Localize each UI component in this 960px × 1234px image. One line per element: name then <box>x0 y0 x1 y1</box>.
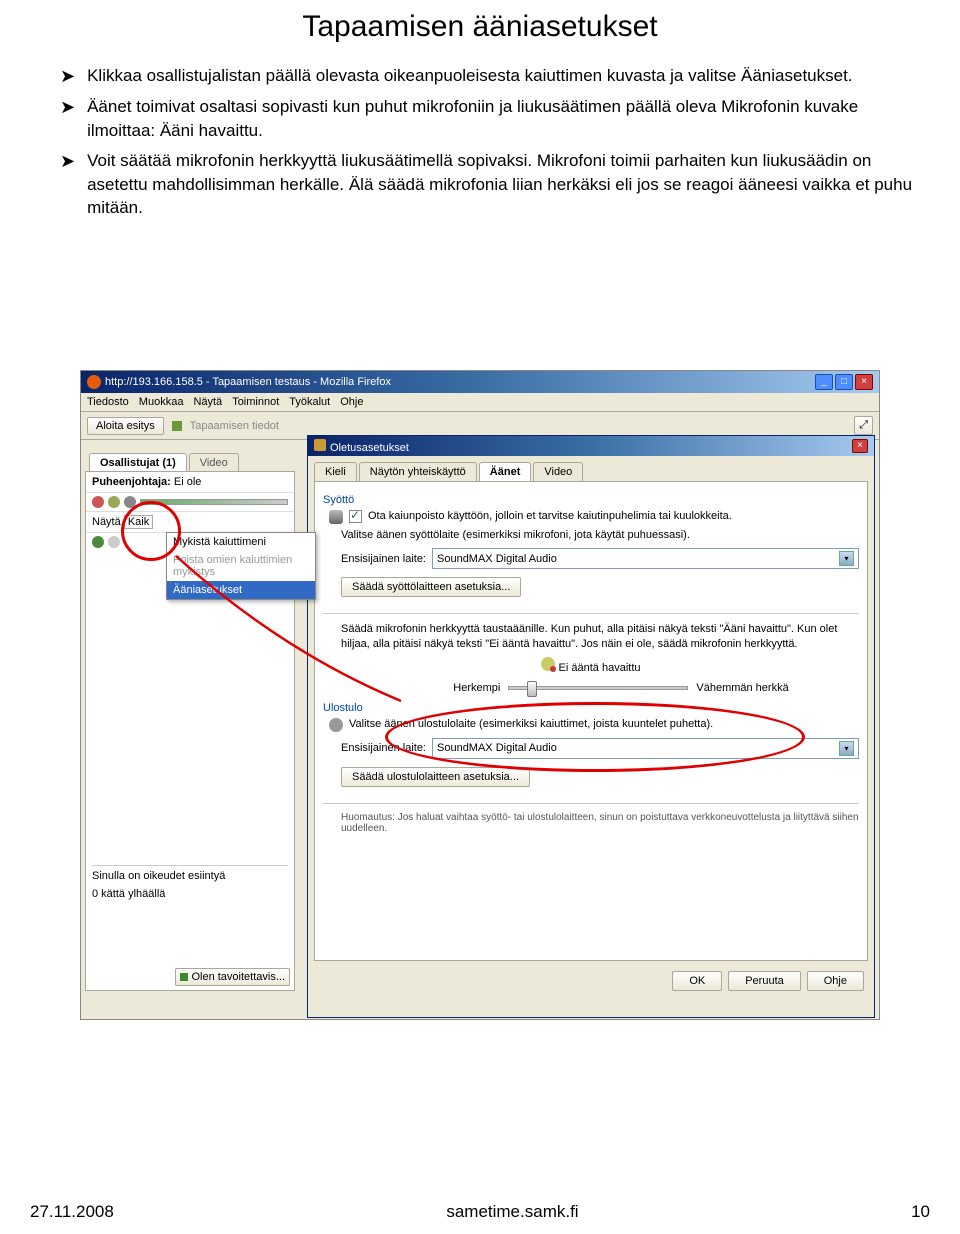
dialog-footer: OK Peruuta Ohje <box>308 967 874 995</box>
chair-value: Ei ole <box>174 476 202 488</box>
speaker-context-menu: Mykistä kaiuttimeni Poista omien kaiutti… <box>166 532 316 600</box>
footer-page: 10 <box>911 1202 930 1222</box>
sensitivity-slider[interactable] <box>508 686 688 690</box>
cancel-button[interactable]: Peruuta <box>728 971 801 991</box>
bullet-arrow-icon: ➤ <box>60 95 75 143</box>
gear-icon <box>314 439 326 451</box>
dialog-tabs: Kieli Näytön yhteiskäyttö Äänet Video <box>308 456 874 481</box>
audio-icon-strip <box>86 493 294 511</box>
maximize-button[interactable]: □ <box>835 374 853 390</box>
dialog-close-button[interactable]: × <box>852 439 868 453</box>
rights-text: Sinulla on oikeudet esiintyä <box>92 870 288 882</box>
primary-input-dropdown[interactable]: SoundMAX Digital Audio ▾ <box>432 548 859 569</box>
chair-label: Puheenjohtaja: <box>92 476 171 488</box>
start-presentation-button[interactable]: Aloita esitys <box>87 417 164 435</box>
bullet-arrow-icon: ➤ <box>60 64 75 89</box>
annotation-red-oval <box>385 702 805 772</box>
help-button[interactable]: Ohje <box>807 971 864 991</box>
bullet-text: Klikkaa osallistujalistan päällä olevast… <box>87 64 852 89</box>
no-sound-text: Ei ääntä havaittu <box>559 662 641 674</box>
dialog-body: Syöttö Ota kaiunpoisto käyttöön, jolloin… <box>314 481 868 961</box>
menu-unmute-all: Poista omien kaiuttimien mykistys <box>167 551 315 581</box>
sensitivity-description: Säädä mikrofonin herkkyyttä taustaäänill… <box>341 622 859 651</box>
meeting-info-label: Tapaamisen tiedot <box>190 420 279 432</box>
echo-cancel-checkbox[interactable] <box>349 510 362 523</box>
primary-input-label: Ensisijainen laite: <box>341 553 426 565</box>
menu-file[interactable]: Tiedosto <box>87 396 129 408</box>
menu-mute-mine[interactable]: Mykistä kaiuttimeni <box>167 533 315 551</box>
menu-bar: Tiedosto Muokkaa Näytä Toiminnot Työkalu… <box>81 393 879 412</box>
menu-help[interactable]: Ohje <box>340 396 363 408</box>
select-input-text: Valitse äänen syöttölaite (esimerkiksi m… <box>341 528 859 542</box>
ok-button[interactable]: OK <box>672 971 722 991</box>
bullet-list: ➤ Klikkaa osallistujalistan päällä olevas… <box>0 64 960 256</box>
firefox-window: http://193.166.158.5 - Tapaamisen testau… <box>80 370 880 1020</box>
hands-raised-text: 0 kättä ylhäällä <box>92 888 288 900</box>
microphone-icon <box>329 510 343 524</box>
chevron-down-icon: ▾ <box>839 741 854 756</box>
tab-screenshare[interactable]: Näytön yhteiskäyttö <box>359 462 477 481</box>
menu-tools[interactable]: Työkalut <box>289 396 330 408</box>
menu-audio-settings[interactable]: Ääniasetukset <box>167 581 315 599</box>
window-title-bar: http://193.166.158.5 - Tapaamisen testau… <box>81 371 879 393</box>
tab-language[interactable]: Kieli <box>314 462 357 481</box>
info-icon <box>172 421 182 431</box>
device-change-note: Huomautus: Jos haluat vaihtaa syöttö- ta… <box>341 812 859 834</box>
presence-square-icon <box>180 973 188 981</box>
bullet-text: Äänet toimivat osaltasi sopivasti kun pu… <box>87 95 930 143</box>
bullet-arrow-icon: ➤ <box>60 149 75 220</box>
show-label: Näytä <box>92 516 121 528</box>
dialog-title-bar: Oletusasetukset × <box>308 436 874 456</box>
footer-date: 27.11.2008 <box>30 1202 114 1222</box>
echo-cancel-label: Ota kaiunpoisto käyttöön, jolloin et tar… <box>368 510 732 522</box>
close-button[interactable]: × <box>855 374 873 390</box>
tab-audio[interactable]: Äänet <box>479 462 532 481</box>
status-dropdown[interactable]: Olen tavoitettavis... <box>175 968 290 986</box>
settings-dialog: Oletusasetukset × Kieli Näytön yhteiskäy… <box>307 435 875 1018</box>
adjust-output-button[interactable]: Säädä ulostulolaitteen asetuksia... <box>341 767 530 787</box>
expand-button[interactable]: ⤢ <box>854 416 873 435</box>
input-section-header: Syöttö <box>323 494 859 506</box>
minimize-button[interactable]: _ <box>815 374 833 390</box>
adjust-input-button[interactable]: Säädä syöttölaitteen asetuksia... <box>341 577 521 597</box>
menu-view[interactable]: Näytä <box>193 396 222 408</box>
menu-edit[interactable]: Muokkaa <box>139 396 184 408</box>
window-title: http://193.166.158.5 - Tapaamisen testau… <box>105 376 391 388</box>
more-sensitive-label: Herkempi <box>453 682 500 694</box>
primary-input-value: SoundMAX Digital Audio <box>437 553 557 565</box>
footer-center: sametime.samk.fi <box>446 1202 578 1222</box>
status-text: Olen tavoitettavis... <box>191 971 285 983</box>
bullet-text: Voit säätää mikrofonin herkkyyttä liukus… <box>87 149 930 220</box>
annotation-red-circle <box>121 501 181 561</box>
speaker-icon <box>329 718 343 732</box>
page-title: Tapaamisen ääniasetukset <box>0 0 960 64</box>
user-icon <box>108 536 120 548</box>
dialog-title: Oletusasetukset <box>330 442 409 454</box>
less-sensitive-label: Vähemmän herkkä <box>696 682 788 694</box>
chevron-down-icon: ▾ <box>839 551 854 566</box>
sensitivity-slider-row: Herkempi Vähemmän herkkä <box>383 682 859 694</box>
tab-participants[interactable]: Osallistujat (1) <box>89 453 187 472</box>
participants-panel: Puheenjohtaja: Ei ole Näytä Kaik Mykistä… <box>85 471 295 991</box>
menu-actions[interactable]: Toiminnot <box>232 396 279 408</box>
slider-thumb[interactable] <box>527 681 537 697</box>
firefox-icon <box>87 375 101 389</box>
no-sound-icon <box>541 657 555 671</box>
mic-toggle-icon[interactable] <box>108 496 120 508</box>
left-tabs: Osallistujat (1) Video <box>85 449 295 473</box>
page-footer: 27.11.2008 sametime.samk.fi 10 <box>30 1202 930 1222</box>
presence-icon <box>92 536 104 548</box>
tab-video-settings[interactable]: Video <box>533 462 583 481</box>
tab-video[interactable]: Video <box>189 453 239 472</box>
record-icon[interactable] <box>92 496 104 508</box>
